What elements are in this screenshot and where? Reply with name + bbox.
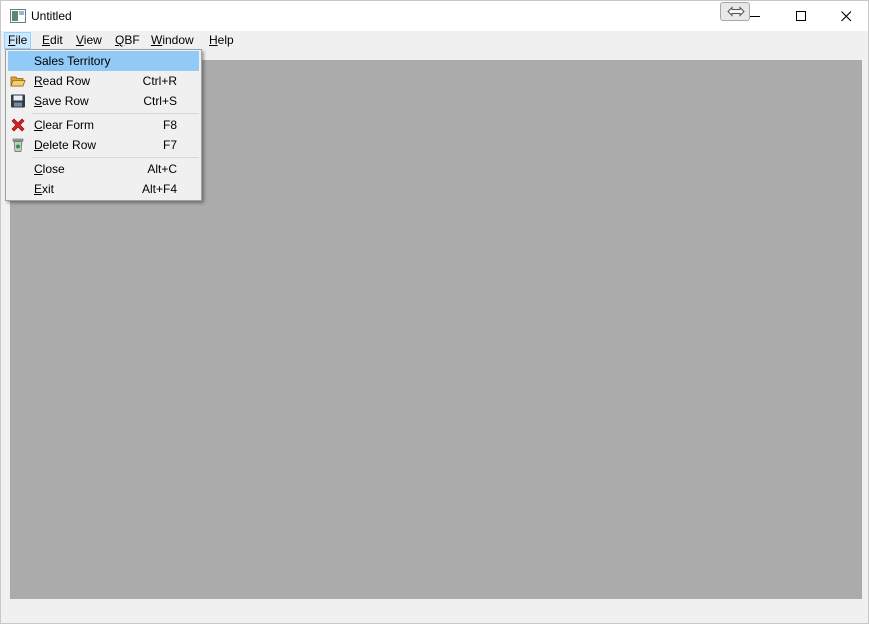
menu-item-exit[interactable]: Exit Alt+F4 bbox=[8, 179, 199, 199]
trash-can-icon bbox=[10, 137, 26, 153]
menu-separator bbox=[32, 113, 199, 114]
maximize-button[interactable] bbox=[778, 1, 824, 31]
menu-file[interactable]: File bbox=[4, 32, 32, 49]
snap-resize-handle[interactable] bbox=[720, 2, 750, 21]
menu-separator bbox=[32, 157, 199, 158]
menu-item-read-row[interactable]: Read Row Ctrl+R bbox=[8, 71, 199, 91]
file-dropdown-menu: Sales Territory Read Row Ctrl+R Save Row bbox=[5, 49, 202, 201]
menu-view[interactable]: View bbox=[72, 32, 106, 49]
menu-bar: File Edit View QBF Window Help bbox=[1, 31, 868, 50]
menu-item-save-row[interactable]: Save Row Ctrl+S bbox=[8, 91, 199, 111]
app-icon bbox=[10, 9, 26, 23]
resize-arrows-icon bbox=[727, 6, 745, 17]
menu-item-close[interactable]: Close Alt+C bbox=[8, 159, 199, 179]
menu-item-clear-form[interactable]: Clear Form F8 bbox=[8, 115, 199, 135]
close-button[interactable] bbox=[823, 1, 869, 31]
menu-edit[interactable]: Edit bbox=[38, 32, 67, 49]
window-title: Untitled bbox=[31, 9, 72, 23]
red-x-icon bbox=[10, 117, 26, 133]
title-bar[interactable]: Untitled bbox=[1, 1, 868, 31]
menu-item-sales-territory[interactable]: Sales Territory bbox=[8, 51, 199, 71]
menu-help[interactable]: Help bbox=[205, 32, 238, 49]
menu-item-delete-row[interactable]: Delete Row F7 bbox=[8, 135, 199, 155]
menu-window[interactable]: Window bbox=[147, 32, 198, 49]
menu-qbf[interactable]: QBF bbox=[111, 32, 144, 49]
folder-open-icon bbox=[10, 73, 26, 89]
floppy-disk-icon bbox=[10, 93, 26, 109]
app-window: Untitled File Edit View QBF Window Help … bbox=[0, 0, 869, 624]
